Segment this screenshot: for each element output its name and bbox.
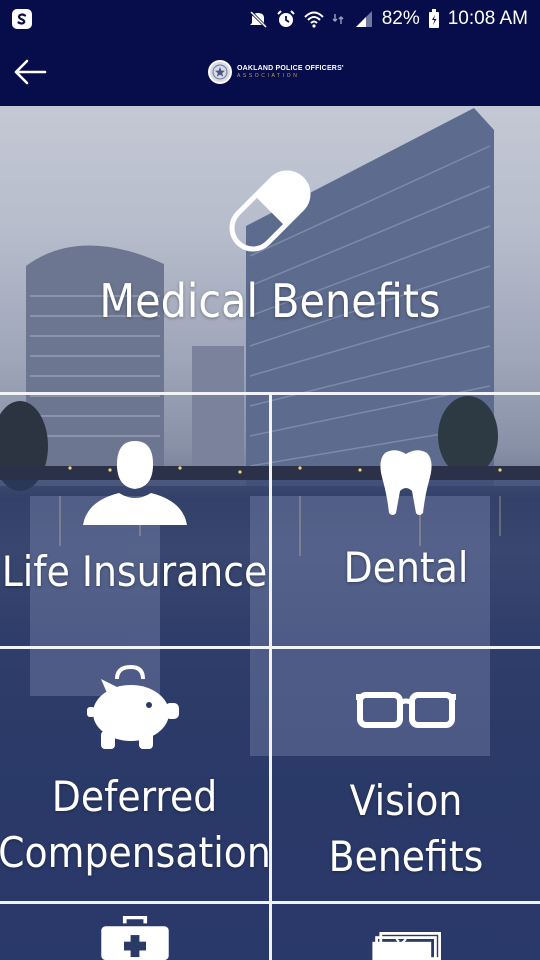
signal-icon <box>354 9 374 29</box>
tile-documents[interactable] <box>272 904 540 960</box>
glasses-icon <box>356 692 456 728</box>
battery-icon <box>428 9 440 29</box>
mute-icon <box>248 9 268 29</box>
app-badge-icon <box>12 9 32 29</box>
tile-label: Life Insurance <box>1 547 268 596</box>
no-data-icon <box>332 12 346 26</box>
back-button[interactable] <box>12 56 48 88</box>
wifi-icon <box>303 9 324 29</box>
tile-medical-benefits[interactable]: Medical Benefits <box>0 106 540 392</box>
documents-icon <box>372 932 441 960</box>
person-icon <box>82 441 187 525</box>
tile-label: Vision Benefits <box>329 773 484 885</box>
clock-time: 10:08 AM <box>447 8 528 29</box>
battery-percent: 82% <box>381 8 420 29</box>
tooth-icon <box>380 450 432 515</box>
tile-label: Deferred Compensation <box>0 769 271 881</box>
tile-first-aid[interactable] <box>0 904 269 960</box>
pill-icon <box>229 170 311 252</box>
first-aid-kit-icon <box>100 916 169 960</box>
alarm-icon <box>276 9 296 29</box>
tile-deferred-compensation[interactable]: Deferred Compensation <box>0 649 271 901</box>
arrow-left-icon <box>14 59 47 85</box>
tile-label-line: Vision <box>349 776 463 825</box>
brand-name: OAKLAND POLICE OFFICERS' <box>237 65 344 72</box>
tile-label-line: Compensation <box>0 828 271 877</box>
tile-label: Medical Benefits <box>99 274 441 328</box>
tile-dental[interactable]: Dental <box>272 395 540 646</box>
tile-label-line: Deferred <box>51 772 218 821</box>
app-header: OAKLAND POLICE OFFICERS' ASSOCIATION <box>0 38 540 106</box>
tile-vision-benefits[interactable]: Vision Benefits <box>272 649 540 901</box>
tile-life-insurance[interactable]: Life Insurance <box>0 395 269 646</box>
tile-label: Dental <box>343 543 469 592</box>
brand-logo: OAKLAND POLICE OFFICERS' ASSOCIATION <box>208 59 344 85</box>
benefits-grid: Medical Benefits Life Insurance Dental D… <box>0 106 540 960</box>
piggy-bank-icon <box>86 665 179 749</box>
badge-seal-icon <box>208 60 232 84</box>
status-bar: 82% 10:08 AM <box>0 0 540 38</box>
tile-label-line: Benefits <box>328 832 484 881</box>
brand-subtitle: ASSOCIATION <box>237 73 300 79</box>
